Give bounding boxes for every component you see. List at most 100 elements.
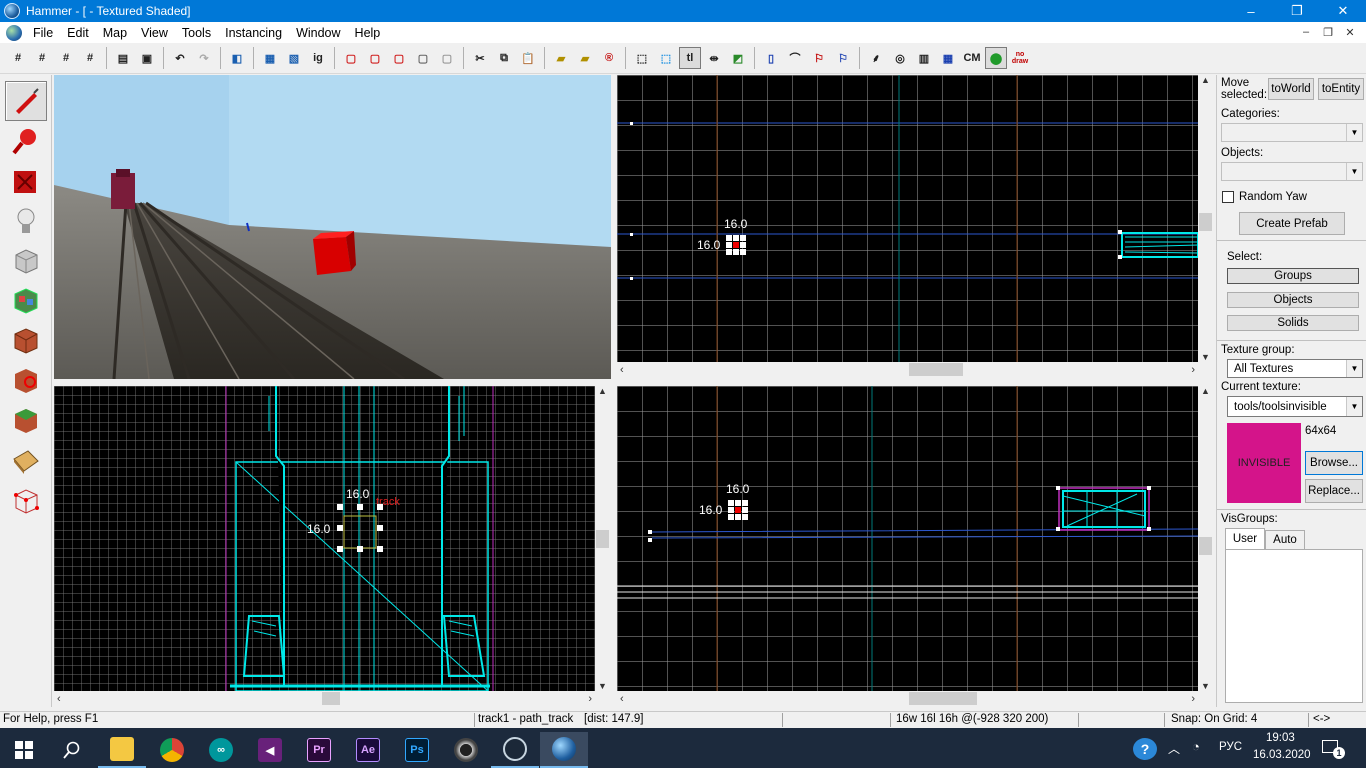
scroll-left-icon[interactable]: ‹ — [620, 364, 624, 376]
resize-handle[interactable] — [377, 525, 383, 531]
select-groups-button[interactable]: Groups — [1227, 268, 1359, 284]
scroll-up-icon[interactable]: ▲ — [598, 386, 607, 396]
mdi-minimize-button[interactable]: – — [1296, 24, 1316, 40]
toggle-helpers-icon[interactable]: ▰ — [550, 47, 572, 69]
resize-handle[interactable] — [735, 514, 741, 520]
select-solids-button[interactable]: Solids — [1227, 315, 1359, 331]
random-yaw-checkbox[interactable] — [1222, 191, 1234, 203]
camera-3d-viewport[interactable] — [54, 75, 611, 379]
texture-preview[interactable]: INVISIBLE — [1227, 423, 1301, 503]
clock-date[interactable]: 16.03.2020 — [1253, 749, 1311, 761]
grid-toggle-icon[interactable]: # — [7, 47, 29, 69]
scroll-left-icon[interactable]: ‹ — [57, 693, 61, 705]
resize-handle[interactable] — [726, 242, 732, 248]
scroll-thumb[interactable] — [909, 692, 977, 705]
scroll-down-icon[interactable]: ▼ — [1201, 352, 1210, 362]
entity-tool-icon[interactable] — [5, 201, 47, 241]
taskbar-chrome[interactable] — [148, 732, 196, 768]
clipping-tool-icon[interactable] — [5, 441, 47, 481]
taskbar-arduino[interactable]: ∞ — [197, 732, 245, 768]
clock-time[interactable]: 19:03 — [1266, 732, 1295, 744]
taskbar-photoshop[interactable]: Ps — [393, 732, 441, 768]
taskbar-steam[interactable] — [491, 732, 539, 768]
hollow-icon[interactable]: ▣ — [136, 47, 158, 69]
language-indicator[interactable]: РУС — [1219, 741, 1242, 753]
restore-button[interactable]: ❐ — [1274, 0, 1320, 22]
resize-handle[interactable] — [728, 514, 734, 520]
resize-handle[interactable] — [337, 525, 343, 531]
resize-handle[interactable] — [377, 546, 383, 552]
carve-icon[interactable]: ▤ — [112, 47, 134, 69]
toggle-entity-names-icon[interactable]: ◎ — [889, 47, 911, 69]
selected-entity-marker[interactable] — [733, 242, 739, 248]
front-viewport-vscrollbar[interactable]: ▲ ▼ — [1198, 386, 1213, 691]
resize-handle[interactable] — [726, 235, 732, 241]
menu-tools[interactable]: Tools — [175, 26, 218, 40]
menu-view[interactable]: View — [134, 26, 175, 40]
scroll-up-icon[interactable]: ▲ — [1201, 75, 1210, 85]
side-viewport-hscrollbar[interactable]: ‹ › — [54, 691, 595, 706]
start-button[interactable] — [0, 732, 48, 768]
scroll-thumb[interactable] — [322, 692, 340, 705]
texture-group-dropdown[interactable]: All Textures ▼ — [1227, 359, 1363, 378]
help-tray-icon[interactable]: ? — [1133, 738, 1157, 760]
magnify-tool-icon[interactable] — [5, 121, 47, 161]
resize-handle[interactable] — [337, 504, 343, 510]
scroll-right-icon[interactable]: › — [1191, 693, 1195, 705]
objects-dropdown[interactable]: ▼ — [1221, 162, 1363, 181]
scroll-left-icon[interactable]: ‹ — [620, 693, 624, 705]
resize-handle[interactable] — [357, 546, 363, 552]
minimize-button[interactable]: – — [1228, 0, 1274, 22]
mdi-restore-button[interactable]: ❐ — [1318, 24, 1338, 40]
overlay-tool-icon[interactable] — [5, 401, 47, 441]
camera-tool-icon[interactable] — [5, 161, 47, 201]
top-viewport-hscrollbar[interactable]: ‹ › — [617, 362, 1198, 377]
hide-unselected-icon[interactable]: ▢ — [364, 47, 386, 69]
paste-icon[interactable]: 📋 — [517, 47, 539, 69]
hide-selected-icon[interactable]: ▢ — [340, 47, 362, 69]
toggle-cubemaps-button[interactable]: CM — [961, 47, 983, 69]
to-entity-button[interactable]: toEntity — [1318, 78, 1364, 100]
toggle-groups-icon[interactable]: ◧ — [226, 47, 248, 69]
taskbar-file-explorer[interactable] — [98, 732, 146, 768]
mdi-close-button[interactable]: ✕ — [1340, 24, 1360, 40]
selection-tool-icon[interactable] — [5, 81, 47, 121]
menu-window[interactable]: Window — [289, 26, 347, 40]
unhide-icon[interactable]: ▢ — [388, 47, 410, 69]
scroll-thumb[interactable] — [909, 363, 963, 376]
browse-button[interactable]: Browse... — [1305, 451, 1363, 475]
front-2d-viewport[interactable]: 16.0 16.0 — [617, 386, 1198, 691]
toggle-models-icon[interactable]: ▰ — [574, 47, 596, 69]
display-2d-icon[interactable]: ▯ — [760, 47, 782, 69]
tray-chevron-icon[interactable]: ︿ — [1168, 740, 1180, 757]
current-texture-dropdown[interactable]: tools/toolsinvisible ▼ — [1227, 396, 1363, 417]
resize-handle[interactable] — [740, 249, 746, 255]
toggle-ww-icon[interactable]: ▥ — [913, 47, 935, 69]
scroll-right-icon[interactable]: › — [1191, 364, 1195, 376]
top-viewport-vscrollbar[interactable]: ▲ ▼ — [1198, 75, 1213, 362]
toggle-textures-icon[interactable]: ▦ — [937, 47, 959, 69]
vertex-tool-icon[interactable] — [5, 481, 47, 521]
side-viewport-vscrollbar[interactable]: ▲ ▼ — [595, 386, 610, 691]
group-icon[interactable]: ▦ — [259, 47, 281, 69]
scroll-down-icon[interactable]: ▼ — [1201, 681, 1210, 691]
copy-icon[interactable]: ⧉ — [493, 47, 515, 69]
scroll-thumb[interactable] — [596, 530, 609, 548]
visgroup-tab-user[interactable]: User — [1225, 528, 1265, 549]
scroll-right-icon[interactable]: › — [588, 693, 592, 705]
resize-handle[interactable] — [735, 500, 741, 506]
apply-current-texture-icon[interactable] — [5, 321, 47, 361]
select-by-box-icon[interactable]: ⬚ — [655, 47, 677, 69]
resize-handle[interactable] — [728, 500, 734, 506]
visgroup-icon[interactable]: ▢ — [412, 47, 434, 69]
select-objects-button[interactable]: Objects — [1227, 292, 1359, 308]
toggle-nodraw-button[interactable]: no draw — [1009, 47, 1031, 69]
front-viewport-hscrollbar[interactable]: ‹ › — [617, 691, 1198, 706]
menu-instancing[interactable]: Instancing — [218, 26, 289, 40]
taskbar-premiere-pro[interactable]: Pr — [295, 732, 343, 768]
resize-handle[interactable] — [742, 500, 748, 506]
flip-horizontal-icon[interactable]: ⇹ — [703, 47, 725, 69]
visgroup-edit-icon[interactable]: ▢ — [436, 47, 458, 69]
texture-application-tool-icon[interactable] — [5, 281, 47, 321]
resize-handle[interactable] — [377, 504, 383, 510]
